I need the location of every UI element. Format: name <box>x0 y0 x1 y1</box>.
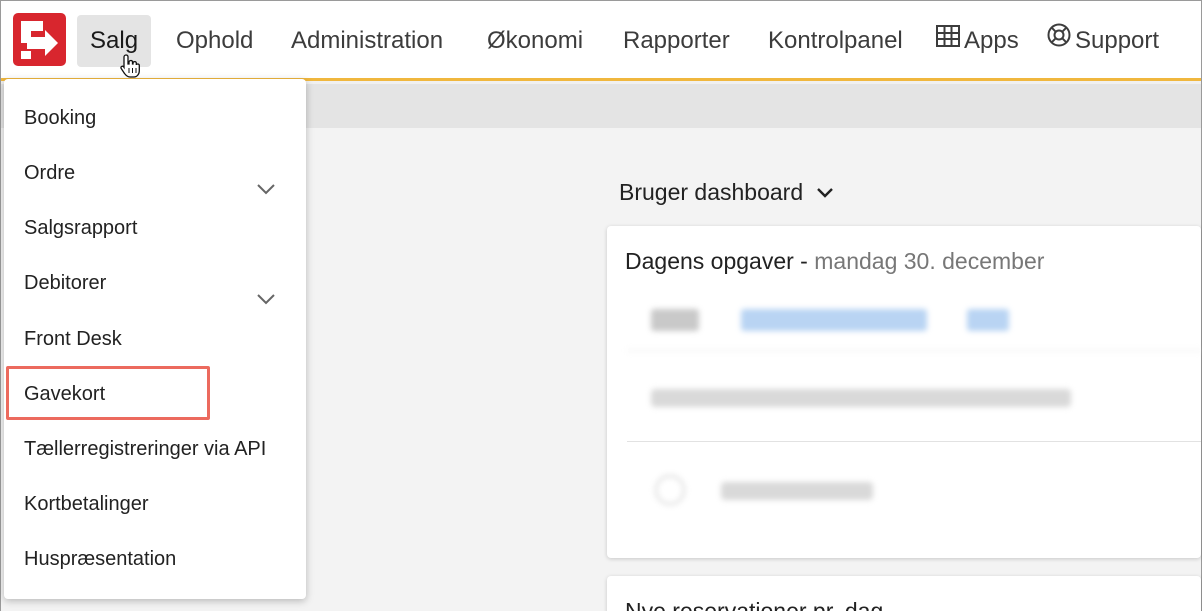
salg-dropdown-menu: Booking Ordre Salgsrapport Debitorer Fro… <box>4 79 306 599</box>
menu-item-front-desk[interactable]: Front Desk <box>4 314 306 364</box>
nav-item-label: Administration <box>291 27 444 54</box>
menu-item-label: Front Desk <box>24 328 122 350</box>
task-text-blurred <box>651 389 1071 407</box>
nav-item-label: Support <box>1075 27 1160 54</box>
menu-item-label: Tællerregistreringer via API <box>24 438 267 460</box>
tasks-card-title: Dagens opgaver - mandag 30. december <box>625 248 1044 275</box>
card-title-date: mandag 30. december <box>814 248 1045 274</box>
menu-item-label: Gavekort <box>24 383 106 405</box>
chevron-down-icon <box>816 178 834 205</box>
card-title-text: Dagens opgaver <box>625 248 794 274</box>
nav-item-label: Økonomi <box>487 27 584 54</box>
menu-item-label: Booking <box>24 107 97 129</box>
nav-item-rapporter[interactable]: Rapporter <box>623 15 730 67</box>
tab-blurred[interactable] <box>741 309 927 331</box>
tab-blurred[interactable] <box>651 309 699 331</box>
nav-item-okonomi[interactable]: Økonomi <box>487 15 583 67</box>
app-logo[interactable] <box>13 13 66 66</box>
nav-item-kontrolpanel[interactable]: Kontrolpanel <box>768 15 903 67</box>
menu-item-taellerregistreringer[interactable]: Tællerregistreringer via API <box>4 424 306 474</box>
menu-item-salgsrapport[interactable]: Salgsrapport <box>4 203 306 253</box>
reservations-card-title: Nye reservationer pr. dag <box>625 598 884 611</box>
dashboard-selector[interactable]: Bruger dashboard <box>619 179 834 207</box>
add-task-blurred[interactable] <box>721 482 873 500</box>
menu-item-label: Salgsrapport <box>24 217 138 239</box>
nav-item-label: Salg <box>90 27 139 54</box>
dashboard-title: Bruger dashboard <box>619 179 804 205</box>
tasks-card: Dagens opgaver - mandag 30. december <box>607 226 1201 558</box>
menu-item-ordre[interactable]: Ordre <box>4 148 306 198</box>
menu-item-gavekort[interactable]: Gavekort <box>4 369 306 419</box>
nav-item-ophold[interactable]: Ophold <box>176 15 253 67</box>
menu-item-label: Ordre <box>24 162 76 184</box>
tasks-tabs <box>627 291 1201 351</box>
menu-item-label: Huspræsentation <box>24 548 177 570</box>
tab-blurred[interactable] <box>967 309 1009 331</box>
nav-item-support[interactable]: Support <box>1047 15 1159 67</box>
grid-icon <box>936 14 960 66</box>
nav-item-label: Rapporter <box>623 27 730 54</box>
divider <box>627 441 1201 442</box>
hand-cursor-icon <box>120 54 140 78</box>
nav-item-label: Apps <box>964 27 1019 54</box>
reservations-card: Nye reservationer pr. dag <box>607 576 1201 611</box>
lifebuoy-icon <box>1047 14 1071 66</box>
title-separator: - <box>793 248 815 274</box>
menu-item-booking[interactable]: Booking <box>4 93 306 143</box>
nav-item-label: Ophold <box>176 27 254 54</box>
menu-item-label: Kortbetalinger <box>24 493 149 515</box>
nav-item-label: Kontrolpanel <box>768 27 903 54</box>
menu-item-kortbetalinger[interactable]: Kortbetalinger <box>4 479 306 529</box>
logo-icon <box>21 21 58 59</box>
menu-item-label: Debitorer <box>24 272 107 294</box>
nav-item-administration[interactable]: Administration <box>291 15 443 67</box>
nav-item-apps[interactable]: Apps <box>936 15 1019 67</box>
top-navbar: Salg Ophold Administration Økonomi Rappo… <box>1 1 1201 81</box>
menu-item-huspraesentation[interactable]: Huspræsentation <box>4 534 306 584</box>
checkbox-blurred[interactable] <box>655 475 685 505</box>
menu-item-debitorer[interactable]: Debitorer <box>4 258 306 308</box>
